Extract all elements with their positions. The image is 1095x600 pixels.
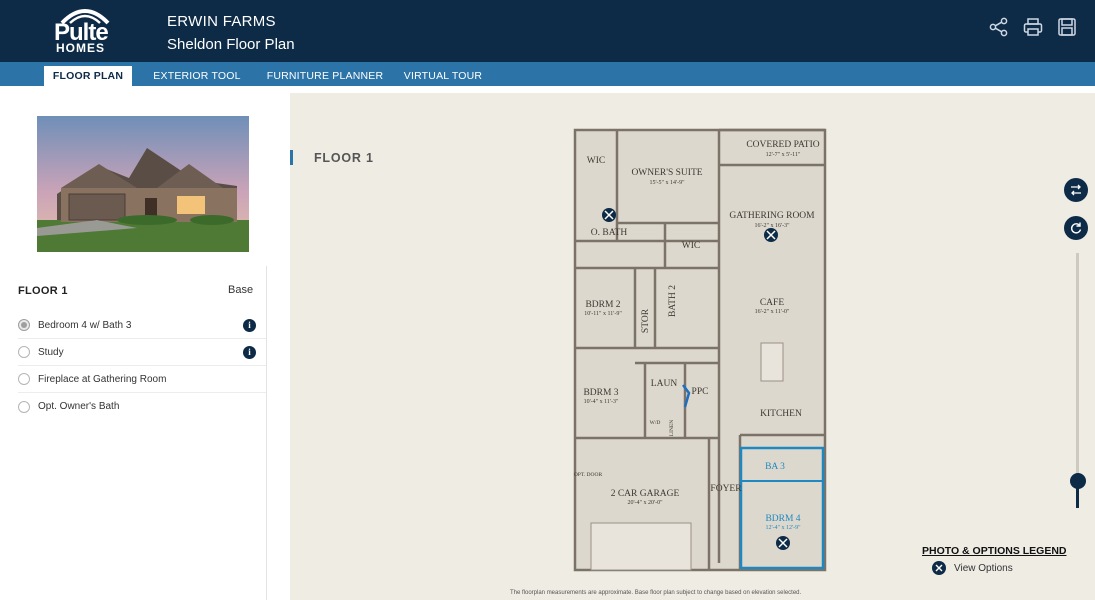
tab-exterior-tool[interactable]: EXTERIOR TOOL — [150, 66, 244, 86]
room-kitchen[interactable]: KITCHEN — [760, 409, 802, 419]
option-radio[interactable] — [18, 400, 30, 413]
share-icon[interactable] — [989, 16, 1009, 38]
rotate-icon[interactable] — [1064, 216, 1088, 240]
options-panel: FLOOR 1 Base Bedroom 4 w/ Bath 3 i Study… — [0, 86, 290, 600]
room-owners-suite-dims: 15'-5" x 14'-9" — [649, 180, 685, 186]
room-cafe[interactable]: CAFE — [760, 298, 784, 308]
room-bdrm-2[interactable]: BDRM 2 — [585, 300, 620, 310]
legend-view-options: View Options — [932, 561, 1013, 575]
print-icon[interactable] — [1023, 16, 1043, 38]
room-bdrm-3[interactable]: BDRM 3 — [583, 388, 618, 398]
room-cafe-dims: 16'-2" x 11'-0" — [755, 309, 790, 315]
room-garage[interactable]: 2 CAR GARAGE — [611, 489, 680, 499]
tab-virtual-tour[interactable]: VIRTUAL TOUR — [400, 66, 486, 86]
option-tool-icon[interactable] — [602, 208, 616, 222]
option-label: Fireplace at Gathering Room — [38, 373, 167, 385]
logo-subtitle: HOMES — [56, 41, 106, 55]
option-radio[interactable] — [18, 319, 30, 331]
zoom-slider-handle[interactable] — [1070, 473, 1086, 489]
room-bath-2[interactable]: BATH 2 — [668, 285, 678, 317]
option-label: Bedroom 4 w/ Bath 3 — [38, 319, 132, 331]
garage-opt-door: OPT. DOOR — [574, 472, 603, 478]
room-wic-owner[interactable]: WIC — [587, 156, 605, 166]
community-name: ERWIN FARMS — [167, 13, 276, 30]
option-radio[interactable] — [18, 373, 30, 385]
legend-view-options-label: View Options — [954, 562, 1013, 574]
room-foyer[interactable]: FOYER — [710, 484, 742, 494]
room-garage-dims: 20'-4" x 20'-0" — [627, 500, 663, 506]
panel-divider — [266, 266, 267, 600]
base-label: Base — [228, 284, 254, 296]
room-bdrm-4-dims: 12'-4" x 12'-9" — [765, 525, 801, 531]
room-linen: LINEN — [669, 420, 675, 437]
room-gathering-room-dims: 16'-2" x 16'-3" — [754, 223, 790, 229]
room-ba-3[interactable]: BA 3 — [765, 462, 785, 472]
header-actions — [989, 16, 1077, 38]
tool-icon — [932, 561, 946, 575]
floor-title-marker — [290, 150, 293, 165]
room-gathering-room[interactable]: GATHERING ROOM — [729, 211, 815, 221]
room-wic-2[interactable]: WIC — [682, 241, 700, 251]
room-bdrm-3-dims: 10'-4" x 11'-3" — [584, 399, 619, 405]
option-bedroom-4-bath-3[interactable]: Bedroom 4 w/ Bath 3 i — [18, 312, 266, 339]
floorplan-disclaimer: The floorplan measurements are approxima… — [510, 590, 802, 596]
room-wd: W/D — [650, 420, 661, 426]
swap-direction-icon[interactable] — [1064, 178, 1088, 202]
option-tool-icon[interactable] — [776, 536, 790, 550]
option-radio[interactable] — [18, 346, 30, 358]
room-storage[interactable]: STOR — [641, 308, 651, 333]
option-label: Study — [38, 346, 64, 358]
info-icon[interactable]: i — [243, 346, 256, 359]
room-bdrm-2-dims: 10'-11" x 11'-9" — [584, 311, 622, 317]
room-laundry[interactable]: LAUN — [651, 379, 678, 389]
top-header: Pulte HOMES ERWIN FARMS Sheldon Floor Pl… — [0, 0, 1095, 62]
legend-title: PHOTO & OPTIONS LEGEND — [922, 545, 1067, 557]
room-covered-patio[interactable]: COVERED PATIO — [746, 140, 819, 150]
option-owners-bath[interactable]: Opt. Owner's Bath — [18, 393, 266, 420]
floor-plan-drawing[interactable]: COVERED PATIO 12'-7" x 5'-11" WIC OWNER'… — [565, 123, 865, 578]
save-icon[interactable] — [1057, 16, 1077, 38]
pulte-homes-logo[interactable]: Pulte HOMES — [52, 5, 118, 57]
floor-plan-canvas[interactable]: FLOOR 1 COVERED PATIO 12'-7" x 5'-11" WI… — [290, 93, 1095, 600]
option-label: Opt. Owner's Bath — [38, 401, 120, 412]
main-tab-bar: FLOOR PLAN EXTERIOR TOOL FURNITURE PLANN… — [0, 62, 1095, 86]
floor-title: FLOOR 1 — [314, 151, 374, 165]
options-floor-heading: FLOOR 1 — [18, 285, 68, 297]
option-study[interactable]: Study i — [18, 339, 266, 366]
room-covered-patio-dims: 12'-7" x 5'-11" — [766, 152, 801, 158]
room-owners-suite[interactable]: OWNER'S SUITE — [631, 168, 702, 178]
plan-name: Sheldon Floor Plan — [167, 36, 295, 53]
info-icon[interactable]: i — [243, 319, 256, 332]
tab-floor-plan[interactable]: FLOOR PLAN — [44, 66, 132, 86]
tab-furniture-planner[interactable]: FURNITURE PLANNER — [266, 66, 384, 86]
option-tool-icon[interactable] — [764, 228, 778, 242]
room-ppc[interactable]: PPC — [692, 387, 709, 397]
room-owners-bath[interactable]: O. BATH — [591, 228, 628, 238]
option-fireplace[interactable]: Fireplace at Gathering Room — [18, 366, 266, 393]
room-bdrm-4[interactable]: BDRM 4 — [765, 514, 800, 524]
zoom-slider-track[interactable] — [1076, 253, 1079, 508]
home-elevation-image — [37, 116, 249, 252]
